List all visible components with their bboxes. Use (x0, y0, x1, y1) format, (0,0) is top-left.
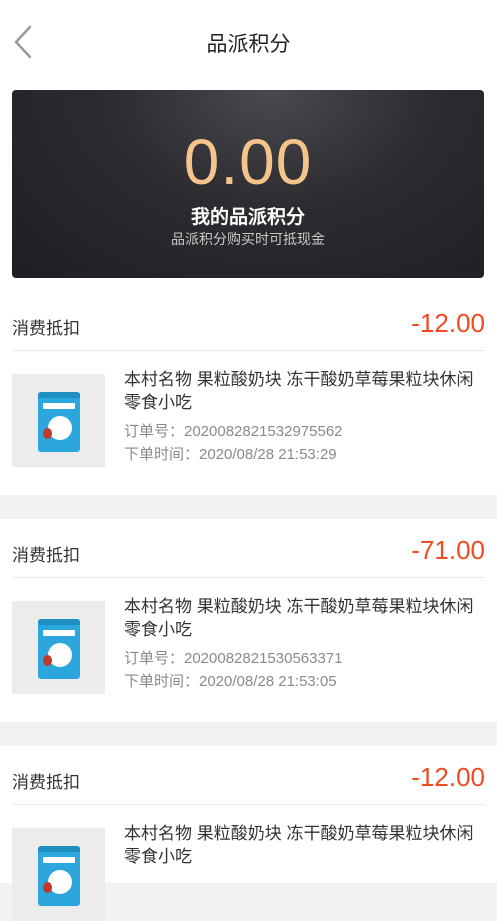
yogurt-bag-icon (38, 619, 80, 679)
yogurt-bag-icon (38, 392, 80, 452)
record-type: 消费抵扣 (12, 546, 80, 565)
record-item[interactable]: 消费抵扣 -12.00 本村名物 果粒酸奶块 冻干酸奶草莓果粒块休闲零食小吃 (0, 746, 497, 921)
points-subtitle: 品派积分购买时可抵现金 (171, 231, 325, 247)
page-title: 品派积分 (206, 33, 291, 56)
product-image[interactable] (12, 374, 105, 467)
order-number: 订单号：2020082821530563371 (124, 650, 343, 667)
nav-bar: 品派积分 (0, 0, 497, 81)
divider (12, 350, 485, 351)
divider (12, 804, 485, 805)
points-card: 0.00 我的品派积分 品派积分购买时可抵现金 (12, 90, 484, 278)
yogurt-bag-icon (38, 846, 80, 906)
record-item[interactable]: 消费抵扣 -71.00 本村名物 果粒酸奶块 冻干酸奶草莓果粒块休闲零食小吃 订… (0, 519, 497, 722)
order-time: 下单时间：2020/08/28 21:53:05 (124, 673, 337, 690)
product-title[interactable]: 本村名物 果粒酸奶块 冻干酸奶草莓果粒块休闲零食小吃 (124, 822, 474, 868)
divider (12, 577, 485, 578)
product-title[interactable]: 本村名物 果粒酸奶块 冻干酸奶草莓果粒块休闲零食小吃 (124, 368, 474, 414)
points-section: 0.00 我的品派积分 品派积分购买时可抵现金 (0, 80, 497, 292)
points-label: 我的品派积分 (190, 207, 305, 228)
product-image[interactable] (12, 828, 105, 921)
record-amount: -12.00 (411, 308, 485, 338)
record-amount: -12.00 (411, 762, 485, 792)
order-time: 下单时间：2020/08/28 21:53:29 (124, 446, 337, 463)
record-type: 消费抵扣 (12, 319, 80, 338)
product-image[interactable] (12, 601, 105, 694)
order-number: 订单号：2020082821532975562 (124, 423, 343, 440)
record-amount: -71.00 (411, 535, 485, 565)
points-value: 0.00 (183, 126, 313, 198)
record-item[interactable]: 消费抵扣 -12.00 本村名物 果粒酸奶块 冻干酸奶草莓果粒块休闲零食小吃 订… (0, 292, 497, 495)
product-title[interactable]: 本村名物 果粒酸奶块 冻干酸奶草莓果粒块休闲零食小吃 (124, 595, 474, 641)
record-type: 消费抵扣 (12, 773, 80, 792)
